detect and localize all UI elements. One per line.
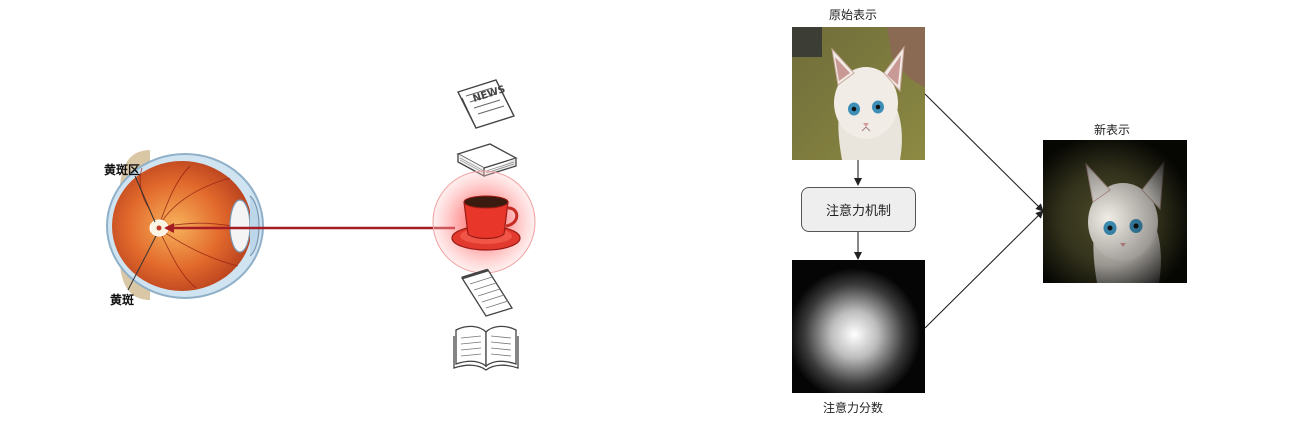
attention-score-map xyxy=(792,260,925,393)
open-book-icon xyxy=(453,325,519,371)
attention-mechanism-box: 注意力机制 xyxy=(801,187,916,232)
arrow-scores-to-new xyxy=(924,210,1044,329)
new-representation-cat-image xyxy=(1043,140,1187,283)
original-representation-label: 原始表示 xyxy=(829,8,878,22)
macula-label: 黄斑 xyxy=(110,293,135,307)
macula-region-label: 黄斑区 xyxy=(104,163,141,177)
attention-scores-label: 注意力分数 xyxy=(823,401,884,415)
new-representation-label: 新表示 xyxy=(1094,123,1131,137)
notepad-icon xyxy=(460,268,514,317)
original-cat-image xyxy=(792,27,925,160)
eye-attention-illustration: NEWS xyxy=(106,79,536,371)
newspaper-icon: NEWS xyxy=(457,79,515,129)
arrow-original-to-new xyxy=(924,93,1044,212)
